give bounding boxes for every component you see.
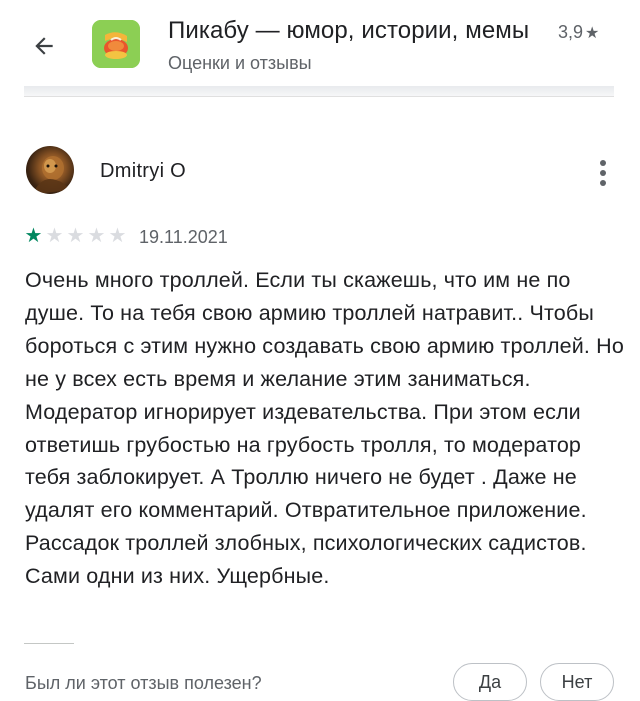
header-divider <box>24 86 614 97</box>
helpful-no-button[interactable]: Нет <box>540 663 614 701</box>
review-divider <box>24 643 74 644</box>
app-title: Пикабу — юмор, истории, мемы <box>168 17 530 44</box>
review-text: Очень много троллей. Если ты скажешь, чт… <box>25 268 624 589</box>
page-subtitle: Оценки и отзывы <box>168 53 312 73</box>
user-avatar <box>26 146 74 194</box>
app-rating: 3,9 ★ <box>558 22 599 43</box>
star-filled-icon: ★ <box>24 225 43 247</box>
star-icon: ★ <box>585 25 600 42</box>
star-empty-icon: ★ <box>87 225 106 247</box>
star-empty-icon: ★ <box>66 225 85 247</box>
star-empty-icon: ★ <box>45 225 64 247</box>
more-options-button[interactable] <box>590 156 616 190</box>
app-rating-value: 3,9 <box>558 22 584 42</box>
helpful-yes-button[interactable]: Да <box>453 663 527 701</box>
review-date: 19.11.2021 <box>139 227 228 247</box>
review-rating-stars: ★ ★ ★ ★ ★ <box>24 225 127 247</box>
back-button[interactable] <box>24 26 64 66</box>
helpful-question: Был ли этот отзыв полезен? <box>25 673 262 693</box>
more-vert-icon <box>600 160 606 186</box>
pikabu-app-icon <box>92 20 140 68</box>
app-bar: Пикабу — юмор, истории, мемы 3,9 ★ Оценки… <box>0 0 640 88</box>
star-empty-icon: ★ <box>108 225 127 247</box>
arrow-back-icon <box>35 37 53 55</box>
review-author: Dmitryi O <box>100 160 187 182</box>
